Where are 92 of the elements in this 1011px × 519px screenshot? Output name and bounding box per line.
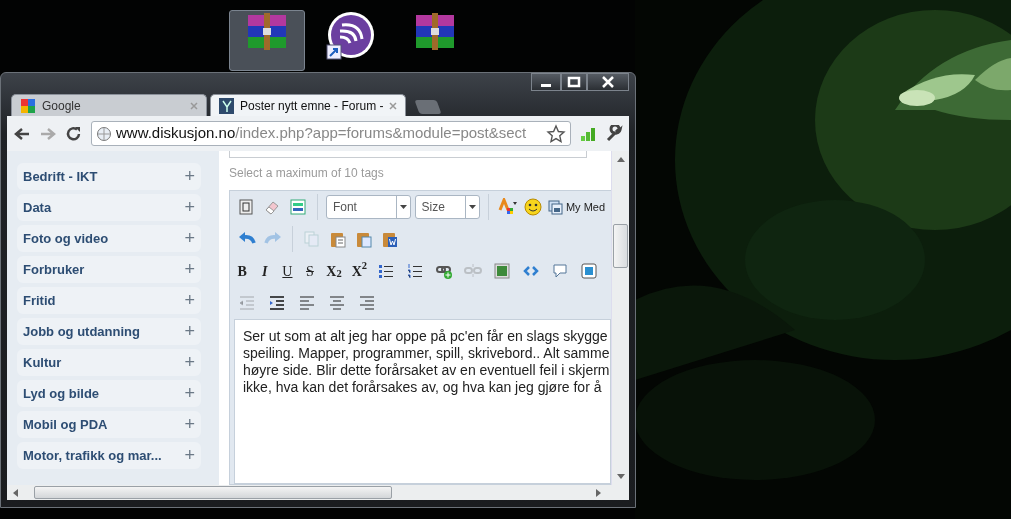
dropdown[interactable]: Font [325,195,411,219]
outdent-icon [237,294,257,312]
caret-icon [399,205,407,209]
scrollbar-thumb[interactable] [34,486,392,499]
paste-icon [328,230,348,248]
format-button[interactable]: I [258,260,272,282]
message-text-line: speiling. Mapper, programmer, spill, skrivebord.. Alt samme [243,345,610,362]
close-icon [599,74,617,90]
google-favicon-icon [20,97,36,114]
new-tab-button[interactable] [414,100,442,114]
expand-icon[interactable]: + [184,442,195,469]
unlink-icon [464,262,483,280]
maximize-icon [565,74,583,90]
expand-icon[interactable]: + [184,287,195,314]
minimize-button[interactable] [531,73,561,91]
format-button[interactable]: S [303,260,317,282]
expand-icon[interactable]: + [184,194,195,221]
align-left-icon [297,294,317,312]
forum-category[interactable]: Data + [17,194,201,221]
share-icon [580,262,599,280]
scrollbar-thumb[interactable] [613,224,628,268]
forum-category[interactable]: Foto og video + [17,225,201,252]
forum-category[interactable]: Forbruker + [17,256,201,283]
copy-icon [302,230,322,248]
tags-field[interactable] [229,151,587,158]
scroll-up-icon[interactable] [616,157,625,162]
bookmark-star-icon[interactable] [546,123,566,144]
close-button[interactable] [587,73,629,91]
browser-tab[interactable]: Poster nytt emne - Forum - [210,94,406,116]
dropdown[interactable]: Size [414,195,480,219]
speech-bubble-icon [551,262,570,280]
format-button[interactable]: X$^{2}$ [351,260,367,282]
forum-category[interactable]: Jobb og utdanning + [17,318,201,345]
expand-icon[interactable]: + [184,349,195,376]
globe-icon [96,125,112,142]
format-button[interactable]: U [281,260,294,282]
toolbar-button[interactable] [522,196,544,218]
format-button[interactable]: B [236,260,249,282]
forum-favicon-icon [219,97,235,114]
close-tab-icon[interactable] [190,101,198,110]
expand-icon[interactable]: + [184,411,195,438]
align-center-icon [327,294,347,312]
caret-icon [468,205,476,209]
forum-category[interactable]: Kultur + [17,349,201,376]
forward-icon[interactable] [39,125,57,142]
close-tab-icon[interactable] [389,101,397,110]
expand-icon[interactable]: + [184,163,195,190]
url-text: www.diskusjon.no/index.php?app=forums&module=post&sect [116,123,527,144]
message-editor[interactable] [234,319,611,484]
forum-category[interactable]: Mobil og PDA + [17,411,201,438]
media-button[interactable]: My Med [547,198,606,216]
maximize-button[interactable] [561,73,587,91]
horizontal-scrollbar[interactable] [7,485,629,500]
forum-category[interactable]: Bedrift - IKT + [17,163,201,190]
browser-tab[interactable]: Google [11,94,207,116]
forum-category[interactable]: Motor, trafikk og mar... + [17,442,201,469]
format-button[interactable]: X$_{2}$ [326,260,342,282]
forum-category[interactable]: Fritid + [17,287,201,314]
tags-hint: Select a maximum of 10 tags [229,165,385,182]
vertical-scrollbar[interactable] [611,151,629,485]
numbered-list-icon [406,262,425,280]
smiley-icon [523,198,543,216]
message-text-line: Ser ut som at alt jeg har oppe på pc'en får en slags skygge [243,328,609,345]
paste-word-icon [380,230,400,248]
text-color-icon [497,198,517,216]
tab-title: Poster nytt emne - Forum - [240,97,384,115]
paste-text-icon [354,230,374,248]
expand-icon[interactable]: + [184,225,195,252]
scroll-right-icon[interactable] [596,488,601,497]
minimize-icon [541,83,551,87]
expand-icon[interactable]: + [184,380,195,407]
bulleted-list-icon [377,262,396,280]
forum-category[interactable]: Lyd og bilde + [17,380,201,407]
back-icon[interactable] [13,125,31,142]
signal-icon[interactable] [579,125,597,142]
scroll-down-icon[interactable] [616,474,625,479]
media-icon [547,199,563,215]
message-text-line: ikke, hva kan det forårsakes av, og hva kan jeg gjøre for å [243,379,603,396]
expand-icon[interactable]: + [184,318,195,345]
tab-title: Google [42,97,81,115]
address-bar[interactable]: www.diskusjon.no/index.php?app=forums&module=post&sect [91,121,571,146]
scroll-left-icon[interactable] [13,488,18,497]
toolbar-button[interactable] [287,196,309,218]
image-icon [493,262,512,280]
torrent-icon [326,11,376,61]
template-icon [288,198,308,216]
indent-icon [267,294,287,312]
align-right-icon [357,294,377,312]
expand-icon[interactable]: + [184,256,195,283]
message-text-line: høyre side. Blir dette forårsaket av en eventuell feil i skjerm [243,362,610,379]
reload-icon[interactable] [65,124,83,143]
wrench-icon[interactable] [605,124,623,143]
